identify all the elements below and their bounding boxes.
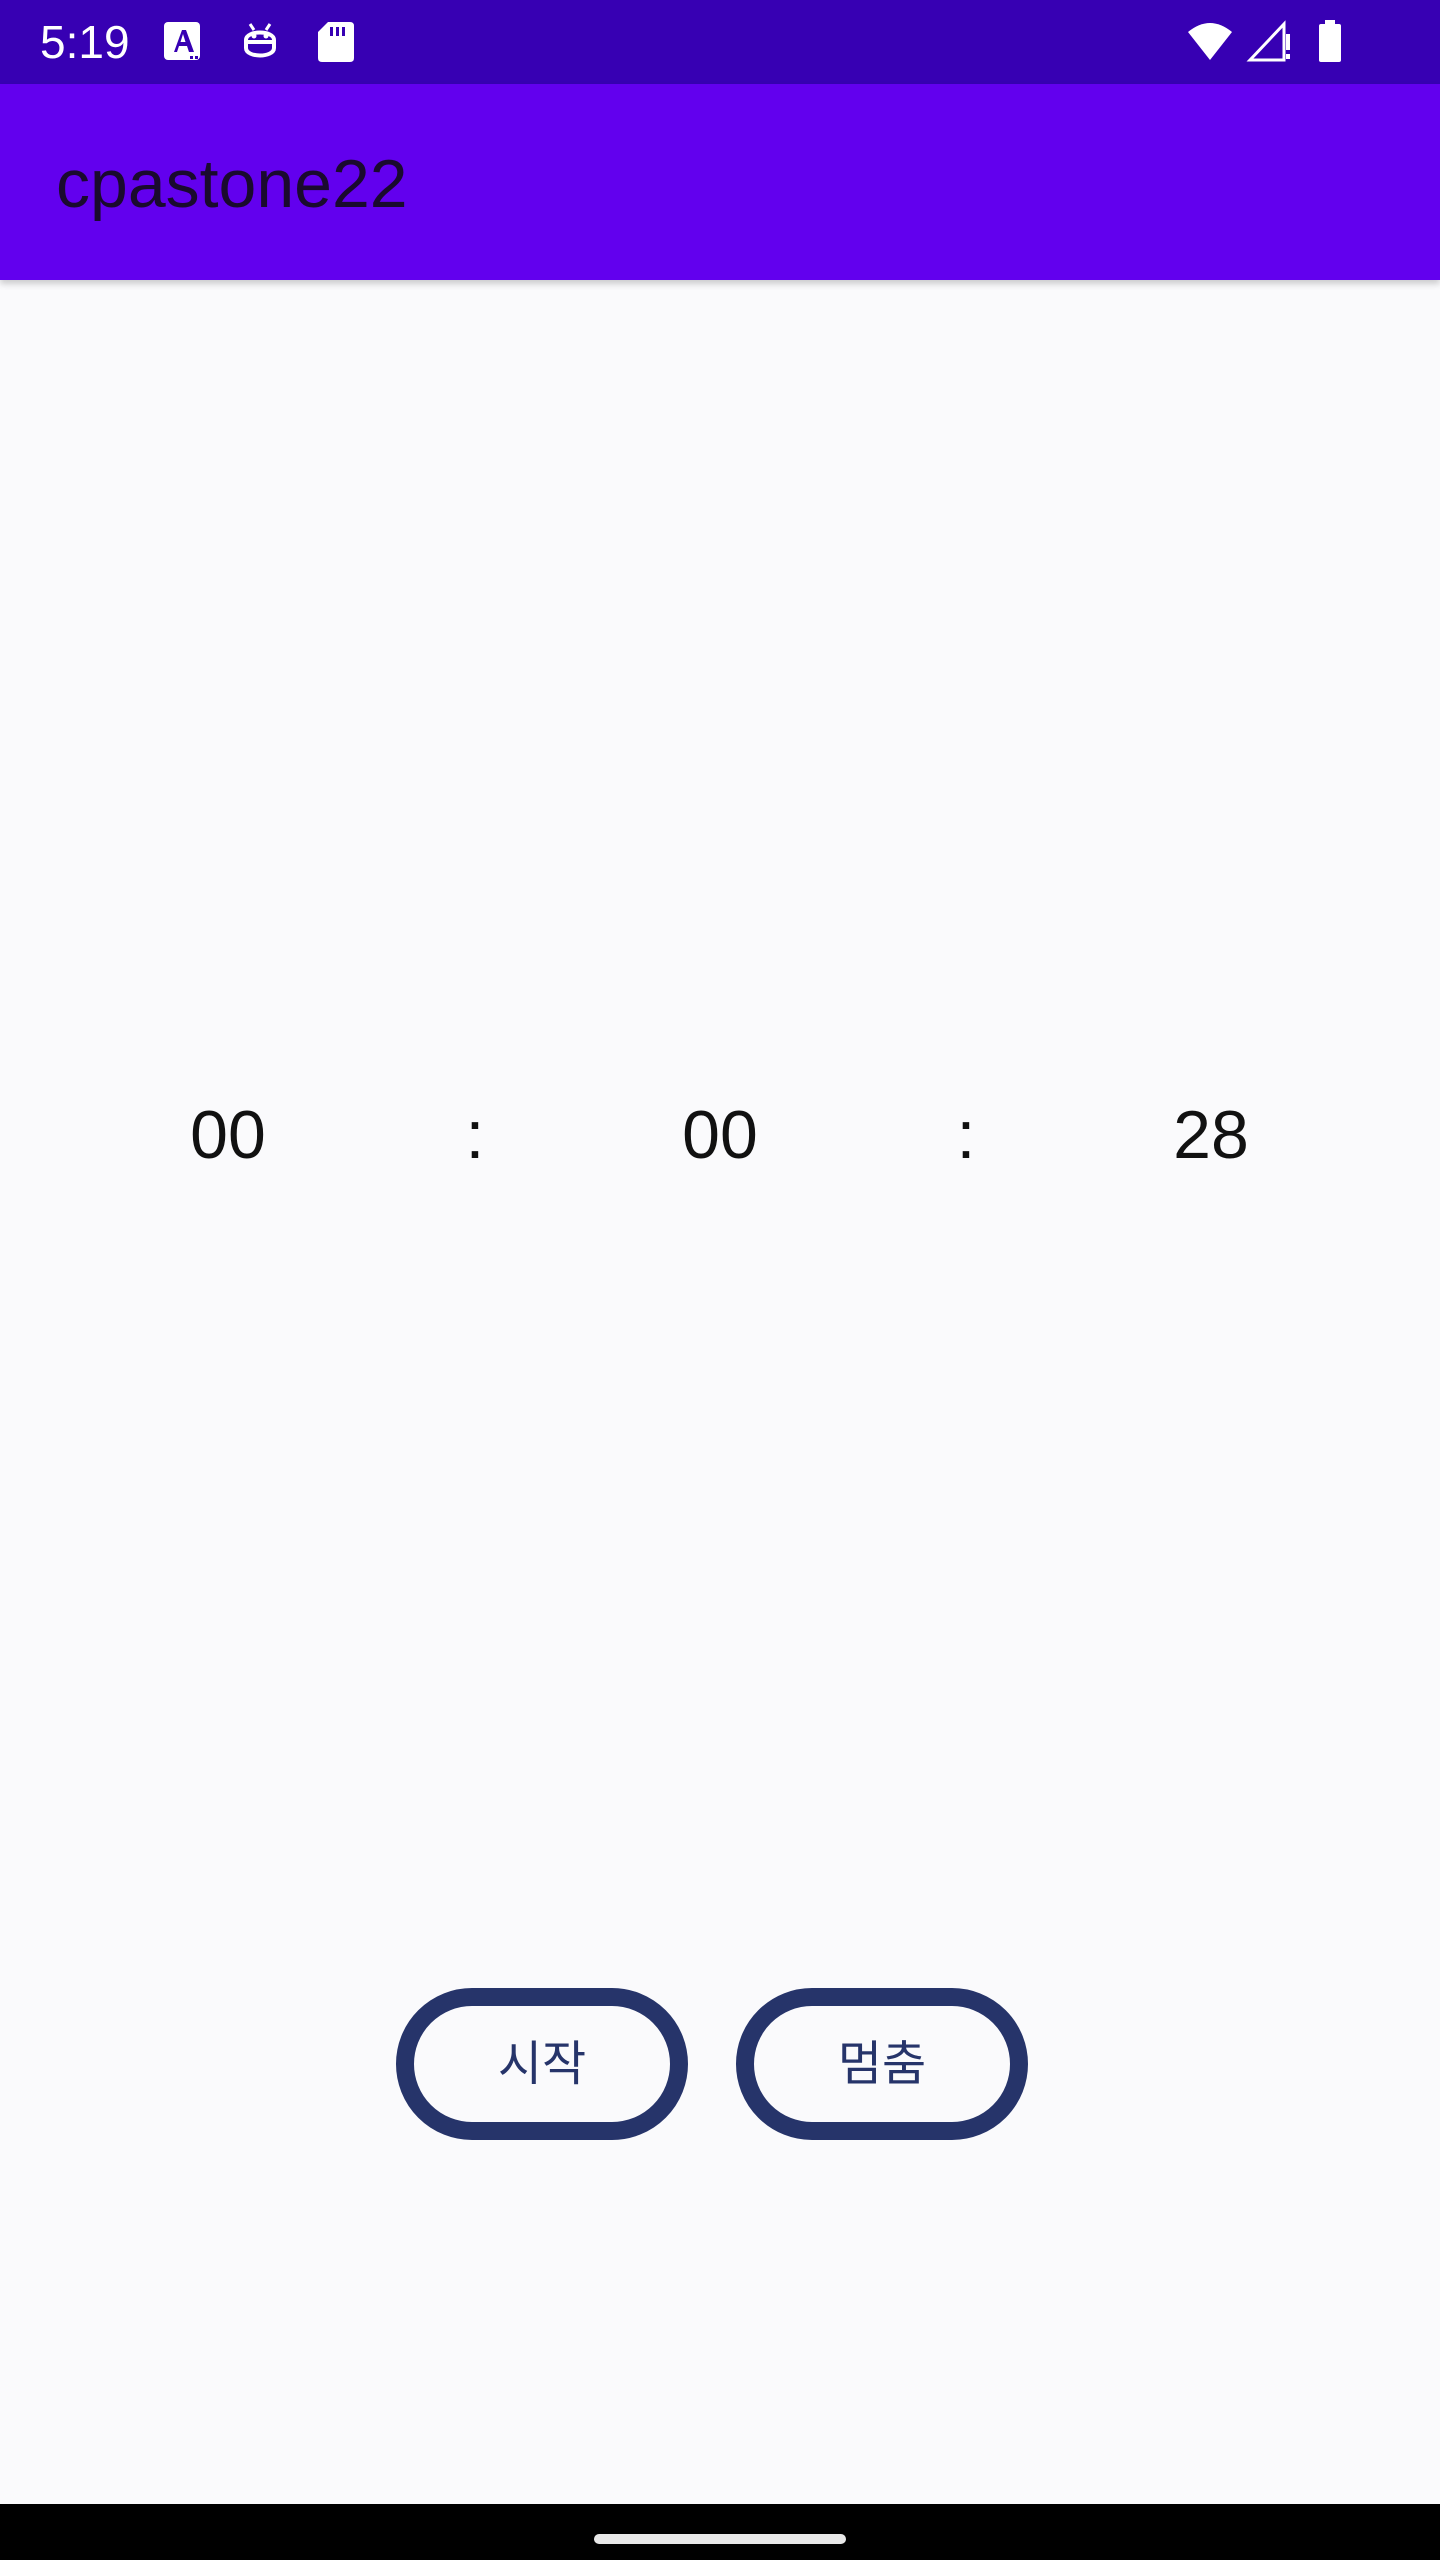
android-debug-icon [236, 18, 284, 66]
start-button[interactable]: 시작 [396, 1988, 688, 2140]
timer-hours: 00 [190, 1097, 266, 1173]
cell-signal-alert-icon [1246, 18, 1294, 66]
timer-display: 00 : 00 : 28 [0, 1090, 1440, 1180]
navigation-bar [0, 2504, 1440, 2560]
font-a-icon [160, 18, 208, 66]
battery-icon [1306, 18, 1354, 66]
timer-separator: : [465, 1097, 485, 1173]
sd-card-icon [312, 18, 360, 66]
timer-minutes: 00 [682, 1097, 758, 1173]
stop-button[interactable]: 멈춤 [736, 1988, 1028, 2140]
wifi-icon [1186, 18, 1234, 66]
status-time: 5:19 [40, 16, 130, 68]
timer-separator: : [956, 1097, 976, 1173]
app-bar: cpastone22 [0, 84, 1440, 280]
status-bar: 5:19 [0, 0, 1440, 84]
home-gesture-handle[interactable] [594, 2534, 846, 2544]
timer-seconds: 28 [1173, 1097, 1249, 1173]
app-title: cpastone22 [56, 146, 408, 222]
